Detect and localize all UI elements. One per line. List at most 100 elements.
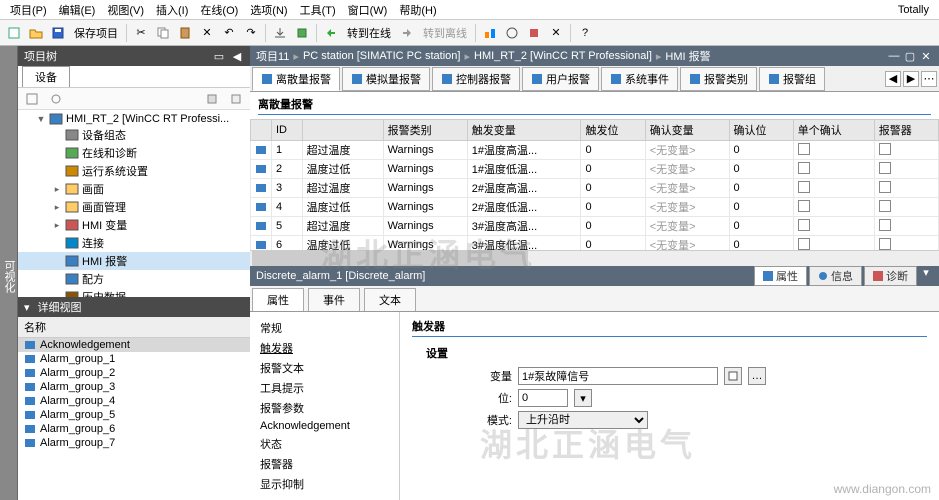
side-tab-visualization[interactable]: 可视化 xyxy=(0,46,18,500)
cut-icon[interactable]: ✂ xyxy=(131,23,151,43)
crumb-0[interactable]: 项目11 xyxy=(256,48,289,64)
tab-more-icon[interactable]: ⋯ xyxy=(921,71,937,87)
tree-item[interactable]: 连接 xyxy=(18,234,250,252)
mode-select[interactable]: 上升沿时 xyxy=(518,411,648,429)
detail-row[interactable]: Alarm_group_4 xyxy=(18,394,250,408)
detail-row[interactable]: Alarm_group_2 xyxy=(18,366,250,380)
tab-prev-icon[interactable]: ◀ xyxy=(885,71,901,87)
open-icon[interactable] xyxy=(26,23,46,43)
tree-item[interactable]: 设备组态 xyxy=(18,126,250,144)
tab-discrete-alarms[interactable]: 离散量报警 xyxy=(252,67,340,91)
tree-btn4-icon[interactable] xyxy=(226,89,246,109)
detail-view-grid[interactable]: 名称 AcknowledgementAlarm_group_1Alarm_gro… xyxy=(18,317,250,500)
tree-btn2-icon[interactable] xyxy=(46,89,66,109)
go-online-icon[interactable] xyxy=(321,23,341,43)
grid-header[interactable]: ID xyxy=(272,120,303,141)
prop-collapse-icon[interactable]: ▾ xyxy=(919,266,933,286)
ptab-info[interactable]: 信息 xyxy=(809,266,862,286)
tree-item[interactable]: ▸画面 xyxy=(18,180,250,198)
menu-help[interactable]: 帮助(H) xyxy=(393,2,442,18)
project-tree[interactable]: ▼HMI_RT_2 [WinCC RT Professi...设备组态在线和诊断… xyxy=(18,110,250,297)
save-label[interactable]: 保存项目 xyxy=(70,25,122,41)
pt-texts[interactable]: 文本 xyxy=(364,288,416,311)
compile-icon[interactable] xyxy=(292,23,312,43)
tree-item[interactable]: 历史数据 xyxy=(18,288,250,297)
prop-nav-item[interactable]: 报警文本 xyxy=(254,358,395,378)
paste-icon[interactable] xyxy=(175,23,195,43)
tree-item[interactable]: ▸HMI 变量 xyxy=(18,216,250,234)
go-online-label[interactable]: 转到在线 xyxy=(343,25,395,41)
pt-events[interactable]: 事件 xyxy=(308,288,360,311)
grid-header[interactable]: 报警器 xyxy=(874,120,938,141)
close-all-icon[interactable]: ✕ xyxy=(546,23,566,43)
grid-header[interactable]: 触发位 xyxy=(581,120,645,141)
var-input[interactable] xyxy=(518,367,718,385)
detail-row[interactable]: Alarm_group_3 xyxy=(18,380,250,394)
detail-row[interactable]: Alarm_group_7 xyxy=(18,436,250,450)
crumb-1[interactable]: PC station [SIMATIC PC station] xyxy=(303,50,461,62)
help-icon[interactable]: ? xyxy=(575,23,595,43)
download-icon[interactable] xyxy=(270,23,290,43)
prop-nav-item[interactable]: 常规 xyxy=(254,318,395,338)
table-row[interactable]: 6温度过低Warnings3#温度低温...0<无变量>0 xyxy=(251,236,939,251)
crumb-3[interactable]: HMI 报警 xyxy=(665,48,710,64)
tab-analog-alarms[interactable]: 模拟量报警 xyxy=(342,67,430,91)
menu-project[interactable]: 项目(P) xyxy=(4,2,53,18)
undo-icon[interactable]: ↶ xyxy=(219,23,239,43)
detail-row[interactable]: Acknowledgement xyxy=(18,338,250,352)
tab-system-events[interactable]: 系统事件 xyxy=(601,67,678,91)
window-max-icon[interactable]: ▢ xyxy=(903,49,917,63)
new-project-icon[interactable] xyxy=(4,23,24,43)
table-row[interactable]: 4温度过低Warnings2#温度低温...0<无变量>0 xyxy=(251,198,939,217)
pt-properties[interactable]: 属性 xyxy=(252,288,304,311)
crumb-2[interactable]: HMI_RT_2 [WinCC RT Professional] xyxy=(474,50,652,62)
prop-nav-item[interactable]: 触发器 xyxy=(254,338,395,358)
go-offline-icon[interactable] xyxy=(397,23,417,43)
table-row[interactable]: 2温度过低Warnings1#温度低温...0<无变量>0 xyxy=(251,160,939,179)
alarm-grid[interactable]: ID报警类别触发变量触发位确认变量确认位单个确认报警器1超过温度Warnings… xyxy=(250,119,939,250)
tab-next-icon[interactable]: ▶ xyxy=(903,71,919,87)
tree-item[interactable]: ▸画面管理 xyxy=(18,198,250,216)
tool1-icon[interactable] xyxy=(480,23,500,43)
tool2-icon[interactable] xyxy=(502,23,522,43)
window-min-icon[interactable]: — xyxy=(887,49,901,63)
grid-header[interactable]: 报警类别 xyxy=(383,120,467,141)
devices-tab[interactable]: 设备 xyxy=(22,66,70,87)
prop-nav-item[interactable]: 状态 xyxy=(254,434,395,454)
collapse-icon[interactable]: ▭ xyxy=(212,49,226,63)
save-icon[interactable] xyxy=(48,23,68,43)
tab-alarm-groups[interactable]: 报警组 xyxy=(759,67,825,91)
menu-insert[interactable]: 插入(I) xyxy=(150,2,194,18)
grid-header[interactable]: 触发变量 xyxy=(467,120,581,141)
prop-nav[interactable]: 常规触发器报警文本工具提示报警参数Acknowledgement状态报警器显示抑… xyxy=(250,312,400,500)
grid-header[interactable]: 单个确认 xyxy=(793,120,874,141)
detail-row[interactable]: Alarm_group_5 xyxy=(18,408,250,422)
detail-row[interactable]: Alarm_group_6 xyxy=(18,422,250,436)
var-browse-icon[interactable] xyxy=(724,367,742,385)
prop-nav-item[interactable]: 显示抑制 xyxy=(254,474,395,494)
grid-header[interactable] xyxy=(251,120,272,141)
table-row[interactable]: 5超过温度Warnings3#温度高温...0<无变量>0 xyxy=(251,217,939,236)
menu-online[interactable]: 在线(O) xyxy=(194,2,244,18)
tree-item[interactable]: ▼HMI_RT_2 [WinCC RT Professi... xyxy=(18,112,250,126)
window-close-icon[interactable]: ✕ xyxy=(919,49,933,63)
prop-nav-item[interactable]: 报警器 xyxy=(254,454,395,474)
table-row[interactable]: 1超过温度Warnings1#温度高温...0<无变量>0 xyxy=(251,141,939,160)
tree-item[interactable]: HMI 报警 xyxy=(18,252,250,270)
table-row[interactable]: 3超过温度Warnings2#温度高温...0<无变量>0 xyxy=(251,179,939,198)
menu-tools[interactable]: 工具(T) xyxy=(294,2,342,18)
tab-user-alarms[interactable]: 用户报警 xyxy=(522,67,599,91)
prop-nav-item[interactable]: Acknowledgement xyxy=(254,418,395,434)
redo-icon[interactable]: ↷ xyxy=(241,23,261,43)
tree-item[interactable]: 配方 xyxy=(18,270,250,288)
prop-nav-item[interactable]: 工具提示 xyxy=(254,378,395,398)
copy-icon[interactable] xyxy=(153,23,173,43)
var-more-icon[interactable]: … xyxy=(748,367,766,385)
detail-row[interactable]: Alarm_group_1 xyxy=(18,352,250,366)
menu-edit[interactable]: 编辑(E) xyxy=(53,2,102,18)
tab-alarm-classes[interactable]: 报警类别 xyxy=(680,67,757,91)
prop-nav-item[interactable]: 报警参数 xyxy=(254,398,395,418)
grid-header[interactable]: 确认变量 xyxy=(645,120,729,141)
tree-item[interactable]: 运行系统设置 xyxy=(18,162,250,180)
tree-item[interactable]: 在线和诊断 xyxy=(18,144,250,162)
